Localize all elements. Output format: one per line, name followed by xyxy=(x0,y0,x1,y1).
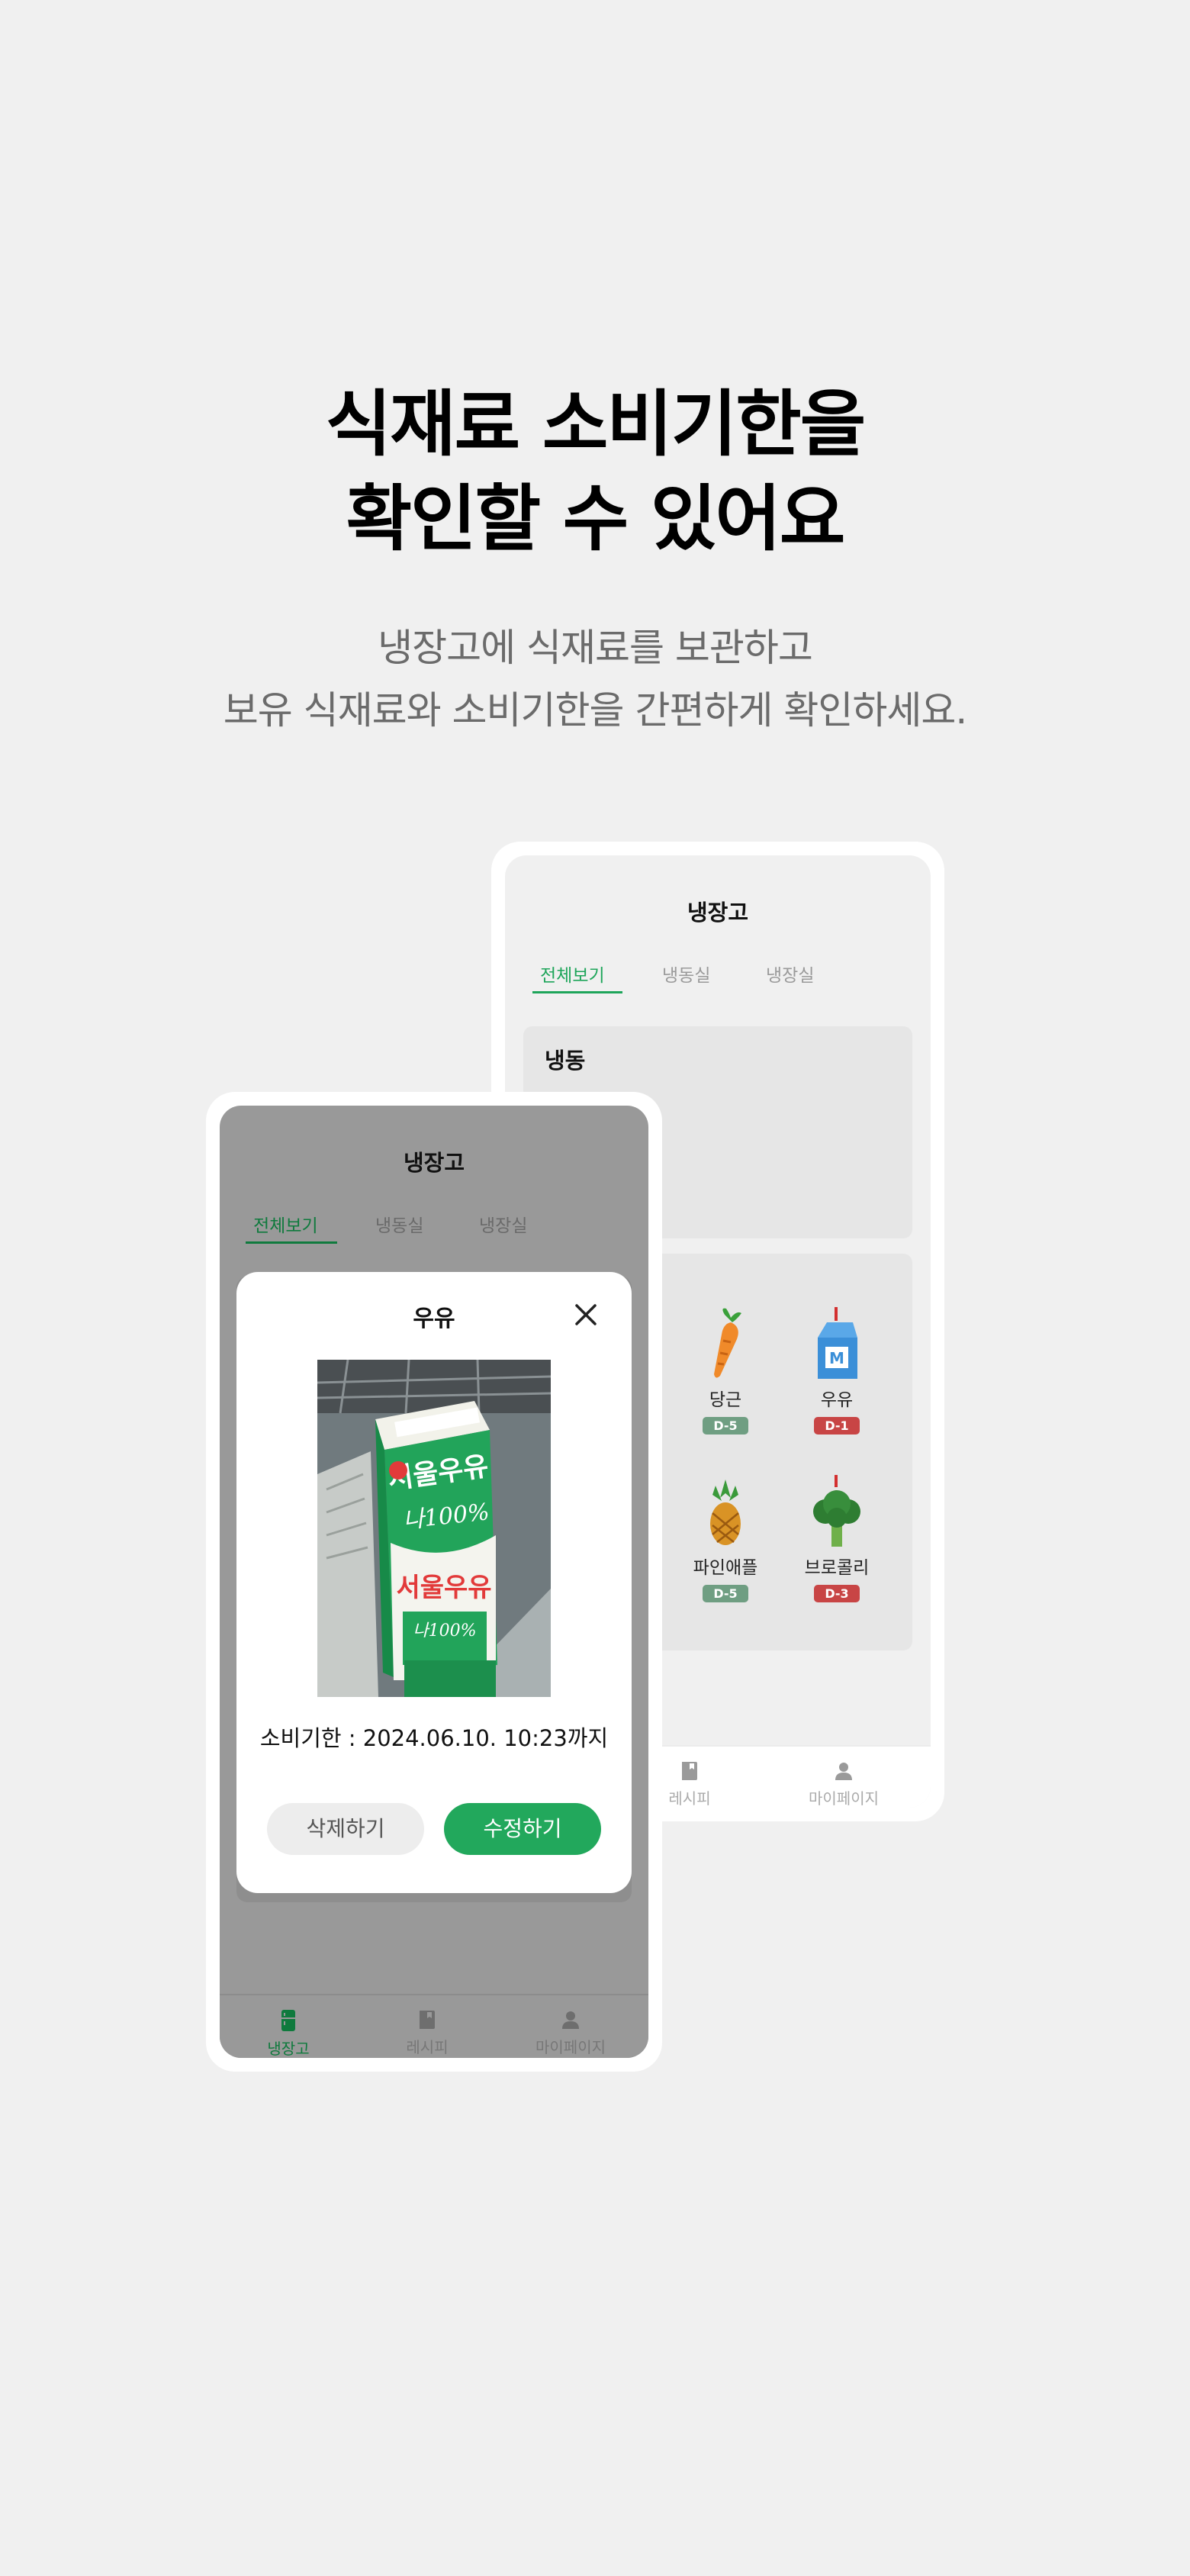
nav-recipe[interactable]: 레시피 xyxy=(359,2009,496,2057)
close-icon[interactable] xyxy=(571,1299,601,1330)
photo-brand-lower: 서울우유 xyxy=(396,1573,491,1603)
carrot-icon xyxy=(714,1308,741,1378)
edit-button[interactable]: 수정하기 xyxy=(444,1803,601,1855)
person-icon xyxy=(562,2011,579,2029)
food-item-milk[interactable]: M 우유 D-1 xyxy=(787,1307,886,1435)
book-icon xyxy=(420,2011,435,2029)
item-name: 우유 xyxy=(820,1390,854,1410)
headline-line-1: 식재료 소비기한을 xyxy=(325,383,867,466)
food-item-pineapple[interactable]: 파인애플 D-5 xyxy=(676,1475,775,1602)
expiry-badge: D-5 xyxy=(703,1417,748,1435)
expiry-badge: D-5 xyxy=(703,1585,748,1602)
nav-mypage[interactable]: 마이페이지 xyxy=(775,1760,912,1808)
item-name: 파인애플 xyxy=(693,1558,758,1578)
page-title: 냉장고 xyxy=(687,900,749,926)
nav-fridge[interactable]: 냉장고 xyxy=(220,2009,357,2058)
active-tab-indicator xyxy=(532,991,622,993)
nav-label: 마이페이지 xyxy=(536,2038,606,2056)
nav-mypage[interactable]: 마이페이지 xyxy=(502,2009,639,2057)
nav-label: 마이페이지 xyxy=(809,1789,879,1808)
item-name: 당근 xyxy=(709,1390,742,1410)
expiry-badge: D-3 xyxy=(814,1585,860,1602)
food-photo: 서울우유 나100% 서울우유 나100% xyxy=(317,1360,551,1697)
front-phone-mockup: 냉장고 전체보기 냉동실 냉장실 우유 서울우유 나100% 서울우유 나100… xyxy=(206,1092,662,2072)
svg-text:M: M xyxy=(829,1349,844,1367)
tab-all[interactable]: 전체보기 xyxy=(540,961,605,987)
pineapple-icon xyxy=(710,1480,741,1545)
milk-photo-illustration: 서울우유 나100% 서울우유 나100% xyxy=(317,1360,551,1697)
page-title: 냉장고 xyxy=(403,1150,465,1176)
front-phone-screen: 냉장고 전체보기 냉동실 냉장실 우유 서울우유 나100% 서울우유 나100… xyxy=(220,1106,648,2058)
item-name: 브로콜리 xyxy=(804,1558,870,1578)
tab-freezer[interactable]: 냉동실 xyxy=(662,961,710,987)
food-item-carrot[interactable]: 당근 D-5 xyxy=(676,1307,775,1435)
nav-label: 레시피 xyxy=(406,2038,449,2056)
nav-label: 레시피 xyxy=(668,1789,711,1808)
broccoli-icon xyxy=(813,1475,860,1547)
book-icon xyxy=(682,1762,697,1780)
expiry-date-text: 소비기한 : 2024.06.10. 10:23까지 xyxy=(259,1725,609,1751)
tab-fridge[interactable]: 냉장실 xyxy=(479,1211,527,1237)
tab-fridge[interactable]: 냉장실 xyxy=(766,961,814,987)
expiry-badge: D-1 xyxy=(814,1417,860,1435)
person-icon xyxy=(835,1763,852,1780)
tab-freezer[interactable]: 냉동실 xyxy=(375,1211,423,1237)
subline-line-1: 냉장고에 식재료를 보관하고 xyxy=(378,626,813,670)
section-title: 냉동 xyxy=(545,1048,586,1074)
tab-bar: 전체보기 냉동실 냉장실 xyxy=(238,1211,635,1248)
headline: 식재료 소비기한을 확인할 수 있어요 xyxy=(0,378,1190,567)
subline-line-2: 보유 식재료와 소비기한을 간편하게 확인하세요. xyxy=(223,688,967,733)
food-item-broccoli[interactable]: 브로콜리 D-3 xyxy=(787,1475,886,1602)
photo-sub-lower: 나100% xyxy=(413,1621,476,1641)
tab-bar: 전체보기 냉동실 냉장실 xyxy=(523,961,920,997)
tab-all[interactable]: 전체보기 xyxy=(253,1211,318,1237)
food-detail-modal: 우유 서울우유 나100% 서울우유 나100% 소비기한: 2024.06.… xyxy=(236,1272,632,1893)
nav-label: 냉장고 xyxy=(267,2040,310,2058)
subline: 냉장고에 식재료를 보관하고 보유 식재료와 소비기한을 간편하게 확인하세요. xyxy=(0,617,1190,742)
headline-line-2: 확인할 수 있어요 xyxy=(346,478,846,561)
active-tab-indicator xyxy=(246,1241,337,1244)
bottom-nav: 냉장고 레시피 마이페이지 xyxy=(220,1994,648,2058)
delete-button[interactable]: 삭제하기 xyxy=(267,1803,424,1855)
milk-carton-icon: M xyxy=(818,1307,857,1379)
fridge-icon xyxy=(281,2010,295,2031)
